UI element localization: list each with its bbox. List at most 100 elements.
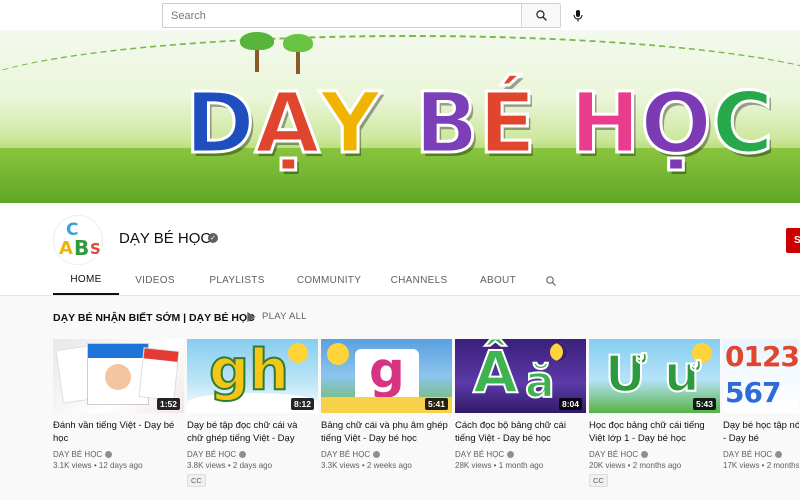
video-thumbnail[interactable]: gh 8:12 bbox=[187, 339, 318, 413]
banner-title: DẠY BÉ HỌC bbox=[184, 68, 775, 178]
video-meta: 3.8K views • 2 days ago bbox=[187, 461, 273, 470]
video-duration: 5:43 bbox=[692, 398, 716, 410]
tab-community[interactable]: COMMUNITY bbox=[283, 266, 375, 295]
tab-about[interactable]: ABOUT bbox=[463, 266, 533, 295]
banner-letter: H bbox=[568, 74, 641, 172]
video-duration: 8:04 bbox=[558, 398, 582, 410]
sun-icon bbox=[288, 343, 308, 363]
search-icon bbox=[535, 10, 547, 21]
avatar-letter-b: B bbox=[74, 236, 90, 260]
video-thumbnail[interactable]: Â ă 8:04 bbox=[455, 339, 586, 413]
shelf-title[interactable]: DẠY BÉ NHẬN BIẾT SỚM | DẠY BÉ HỌC bbox=[53, 312, 255, 324]
video-duration: 8:12 bbox=[290, 398, 314, 410]
video-meta: 17K views • 2 months bbox=[723, 461, 799, 470]
thumb-text: gh bbox=[208, 339, 290, 403]
video-duration: 1:52 bbox=[156, 398, 180, 410]
video-card[interactable]: 1:52 Đánh vần tiếng Việt - Dạy bé học DẠ… bbox=[53, 339, 184, 488]
microphone-icon bbox=[573, 9, 583, 21]
channel-header: C A B S DẠY BÉ HỌC ✓ S HOME VIDEOS PLAYL… bbox=[0, 203, 800, 295]
search-input[interactable] bbox=[163, 4, 522, 27]
verified-icon bbox=[239, 451, 247, 458]
video-card[interactable]: Â ă 8:04 Cách đọc bộ bảng chữ cái tiếng … bbox=[455, 339, 586, 488]
video-meta: 28K views • 1 month ago bbox=[455, 461, 544, 470]
top-bar bbox=[0, 0, 800, 30]
banner-letter: D bbox=[184, 74, 257, 172]
video-thumbnail[interactable]: 1:52 bbox=[53, 339, 184, 413]
sun-icon bbox=[327, 343, 349, 365]
banner-word-3: HỌC bbox=[568, 80, 774, 167]
video-title[interactable]: Cách đọc bộ bảng chữ cái tiếng Việt - Dạ… bbox=[455, 419, 586, 445]
banner-letter: Y bbox=[318, 74, 382, 172]
video-title[interactable]: Bảng chữ cái và phụ âm ghép tiếng Việt -… bbox=[321, 419, 452, 445]
cc-badge: CC bbox=[589, 474, 608, 487]
avatar-letter-s: S bbox=[90, 240, 101, 258]
video-channel[interactable]: DẠY BÉ HỌC bbox=[321, 450, 452, 459]
tab-videos[interactable]: VIDEOS bbox=[119, 266, 191, 295]
video-channel-name: DẠY BÉ HỌC bbox=[187, 450, 237, 459]
video-meta: 3.3K views • 2 weeks ago bbox=[321, 461, 412, 470]
video-title[interactable]: Dạy bé tập đọc chữ cái và chữ ghép tiếng… bbox=[187, 419, 318, 445]
channel-search-button[interactable] bbox=[533, 266, 569, 295]
voice-search-button[interactable] bbox=[566, 3, 590, 28]
channel-tabs: HOME VIDEOS PLAYLISTS COMMUNITY CHANNELS… bbox=[53, 266, 569, 295]
video-thumbnail[interactable]: g 5:41 bbox=[321, 339, 452, 413]
playlist-shelf: DẠY BÉ NHẬN BIẾT SỚM | DẠY BÉ HỌC PLAY A… bbox=[0, 295, 800, 500]
banner-letter: Ọ bbox=[639, 74, 713, 172]
video-channel-name: DẠY BÉ HỌC bbox=[589, 450, 639, 459]
play-all-button[interactable]: PLAY ALL bbox=[247, 311, 307, 322]
banner-letter: É bbox=[477, 74, 537, 172]
verified-icon bbox=[373, 451, 381, 458]
search-icon bbox=[546, 275, 556, 286]
verified-icon bbox=[507, 451, 515, 458]
video-channel[interactable]: DẠY BÉ HỌC bbox=[589, 450, 720, 459]
thumb-letter-upper: Â bbox=[472, 339, 519, 406]
video-card[interactable]: 0123 567 Dạy bé học tập nói c 0 đến 10 -… bbox=[723, 339, 799, 488]
thumb-letter-lower: ă bbox=[524, 357, 556, 408]
tab-playlists[interactable]: PLAYLISTS bbox=[191, 266, 283, 295]
channel-name: DẠY BÉ HỌC bbox=[119, 230, 212, 247]
video-card[interactable]: g 5:41 Bảng chữ cái và phụ âm ghép tiếng… bbox=[321, 339, 452, 488]
banner-word-1: DẠY bbox=[184, 80, 383, 167]
video-thumbnail[interactable]: 0123 567 bbox=[723, 339, 799, 413]
subscribe-button[interactable]: S bbox=[786, 228, 800, 253]
video-channel-name: DẠY BÉ HỌC bbox=[455, 450, 505, 459]
book-cover bbox=[138, 347, 180, 401]
search-button[interactable] bbox=[521, 3, 561, 28]
tab-home[interactable]: HOME bbox=[53, 266, 119, 295]
video-channel-name: DẠY BÉ HỌC bbox=[723, 450, 773, 459]
video-channel[interactable]: DẠY BÉ HỌC bbox=[455, 450, 586, 459]
video-title[interactable]: Dạy bé học tập nói c 0 đến 10 - Dạy bé bbox=[723, 419, 799, 445]
verified-icon bbox=[105, 451, 113, 458]
banner-letter: Ạ bbox=[253, 74, 321, 172]
play-all-label: PLAY ALL bbox=[262, 311, 307, 322]
video-title[interactable]: Đánh vần tiếng Việt - Dạy bé học bbox=[53, 419, 184, 445]
channel-banner: DẠY BÉ HỌC bbox=[0, 30, 800, 203]
banner-letter: C bbox=[710, 74, 775, 172]
thumb-numbers-row1: 0123 bbox=[725, 340, 799, 373]
search-field[interactable] bbox=[162, 3, 522, 28]
avatar-letter-a: A bbox=[59, 238, 73, 259]
video-channel[interactable]: DẠY BÉ HỌC bbox=[53, 450, 184, 459]
thumb-text: Ư ư bbox=[604, 345, 701, 403]
thumb-numbers-row2: 567 bbox=[725, 376, 781, 409]
video-channel[interactable]: DẠY BÉ HỌC bbox=[187, 450, 318, 459]
video-channel[interactable]: DẠY BÉ HỌC bbox=[723, 450, 799, 459]
video-duration: 5:41 bbox=[424, 398, 448, 410]
video-card[interactable]: gh 8:12 Dạy bé tập đọc chữ cái và chữ gh… bbox=[187, 339, 318, 488]
video-thumbnail[interactable]: Ư ư 5:43 bbox=[589, 339, 720, 413]
banner-word-2: BÉ bbox=[413, 80, 537, 167]
channel-avatar[interactable]: C A B S bbox=[53, 215, 103, 265]
tree-icon bbox=[240, 32, 274, 72]
video-meta: 20K views • 2 months ago bbox=[589, 461, 682, 470]
cc-badge: CC bbox=[187, 474, 206, 487]
verified-icon bbox=[641, 451, 649, 458]
video-title[interactable]: Học đọc bảng chữ cái tiếng Việt lớp 1 - … bbox=[589, 419, 720, 445]
video-channel-name: DẠY BÉ HỌC bbox=[321, 450, 371, 459]
banner-letter: B bbox=[413, 74, 480, 172]
video-card[interactable]: Ư ư 5:43 Học đọc bảng chữ cái tiếng Việt… bbox=[589, 339, 720, 488]
verified-icon: ✓ bbox=[208, 233, 218, 243]
video-meta: 3.1K views • 12 days ago bbox=[53, 461, 143, 470]
thumb-text: g bbox=[369, 341, 405, 399]
tab-channels[interactable]: CHANNELS bbox=[375, 266, 463, 295]
video-list: 1:52 Đánh vần tiếng Việt - Dạy bé học DẠ… bbox=[53, 339, 799, 488]
